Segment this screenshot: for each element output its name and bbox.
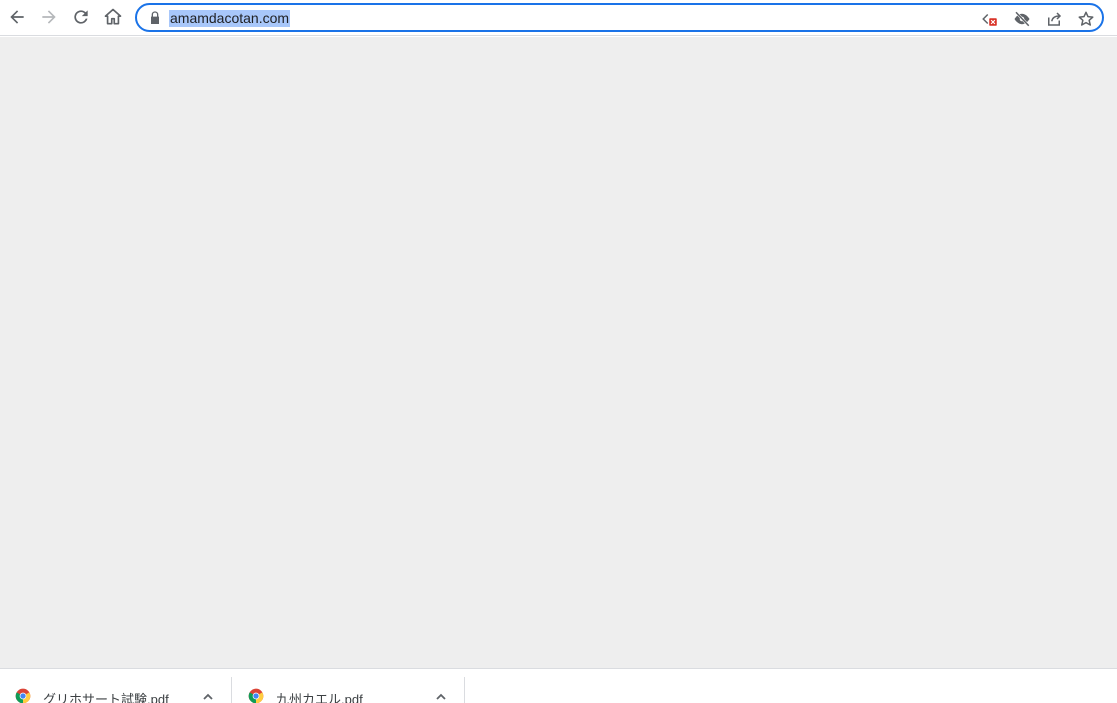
chrome-icon [248, 688, 264, 703]
download-item[interactable]: 九州カエル.pdf [233, 669, 464, 703]
download-shelf: グリホサート試験.pdf 九州カエル.pdf [0, 668, 1117, 703]
url-text[interactable]: amamdacotan.com [169, 10, 291, 27]
reload-icon [74, 10, 88, 24]
page-content [0, 37, 1117, 668]
chevron-up-icon[interactable] [201, 690, 215, 702]
share-icon [1048, 12, 1062, 26]
browser-toolbar: amamdacotan.com [0, 0, 1117, 36]
bookmark-button[interactable] [1076, 9, 1096, 29]
forward-button[interactable] [35, 3, 63, 31]
home-icon [104, 8, 122, 25]
reload-button[interactable] [67, 3, 95, 31]
star-icon [1078, 11, 1094, 26]
download-filename: 九州カエル.pdf [276, 692, 363, 703]
download-filename: グリホサート試験.pdf [43, 692, 169, 703]
download-divider [231, 677, 232, 703]
eye-off-icon [1014, 11, 1030, 27]
lock-icon[interactable] [147, 10, 163, 26]
forward-arrow-icon [42, 10, 56, 24]
share-button[interactable] [1044, 9, 1064, 29]
address-bar[interactable]: amamdacotan.com [135, 3, 1104, 32]
download-divider [464, 677, 465, 703]
back-button[interactable] [3, 3, 31, 31]
chrome-icon [15, 688, 31, 703]
chevron-up-icon[interactable] [434, 690, 448, 702]
third-party-cookies-button[interactable] [1012, 9, 1032, 29]
home-button[interactable] [99, 3, 127, 31]
back-arrow-icon [10, 10, 24, 24]
blocked-popup-icon [982, 13, 997, 26]
blocked-popup-button[interactable] [980, 9, 1000, 29]
download-item[interactable]: グリホサート試験.pdf [0, 669, 231, 703]
